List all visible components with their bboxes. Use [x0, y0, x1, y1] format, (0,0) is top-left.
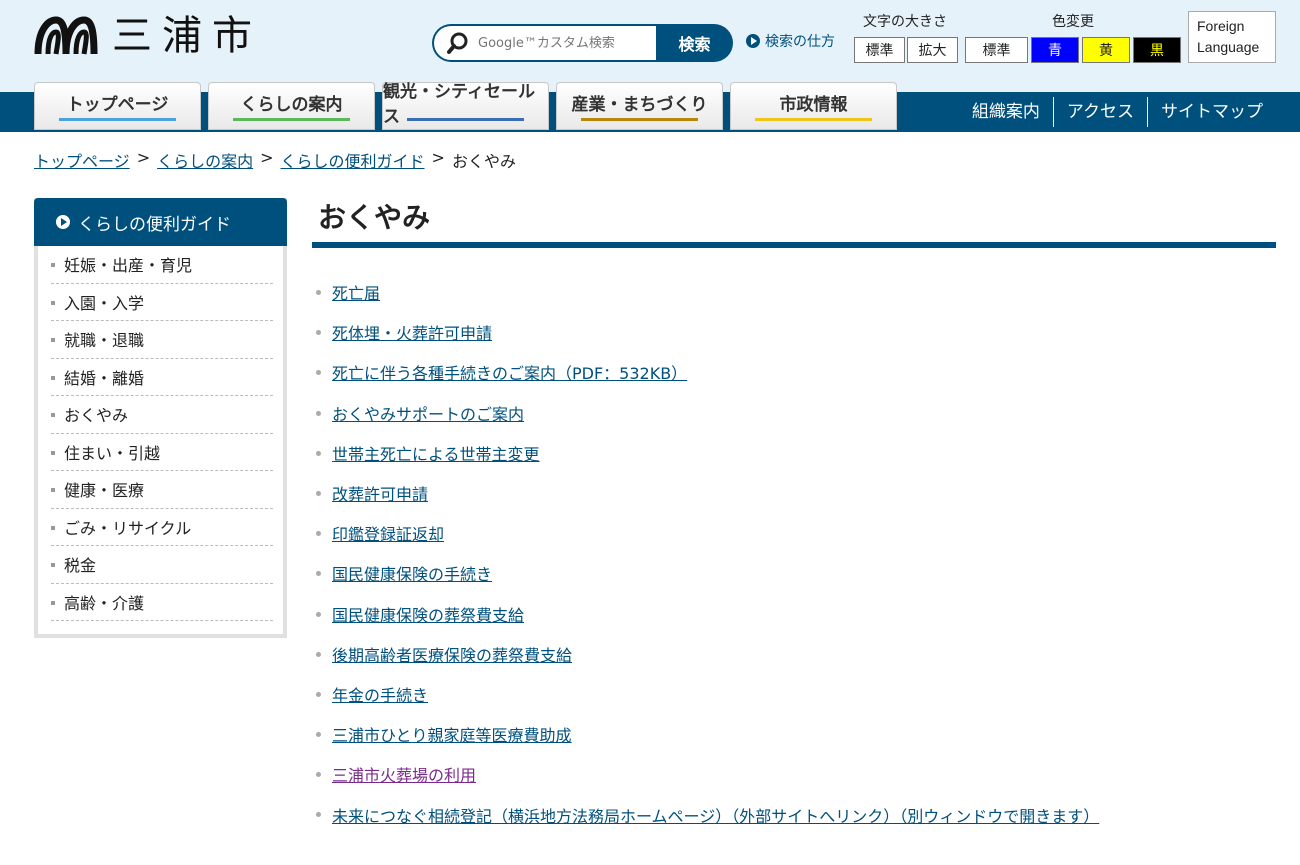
link-burial-permit[interactable]: 死体埋・火葬許可申請 — [332, 320, 492, 344]
breadcrumb: トップページ > くらしの案内 > くらしの便利ガイド > おくやみ — [34, 148, 516, 172]
link-crematorium[interactable]: 三浦市火葬場の利用 — [332, 762, 476, 786]
foreign-language-button[interactable]: Foreign Language — [1188, 11, 1276, 63]
sidebar-item-pregnancy[interactable]: 妊娠・出産・育児 — [51, 246, 273, 284]
link-procedures-pdf[interactable]: 死亡に伴う各種手続きのご案内（PDF：532KB） — [332, 360, 687, 384]
site-name: 三浦市 — [112, 13, 262, 59]
access-link[interactable]: アクセス — [1052, 97, 1147, 127]
list-item: 年金の手続き — [316, 674, 1099, 714]
breadcrumb-current: おくやみ — [451, 152, 516, 171]
sidebar-item-housing[interactable]: 住まい・引越 — [51, 434, 273, 471]
circle-arrow-icon — [746, 34, 760, 48]
color-yellow-button[interactable]: 黄 — [1082, 37, 1130, 63]
sidebar: くらしの便利ガイド 妊娠・出産・育児 入園・入学 就職・退職 結婚・離婚 おくや… — [34, 198, 287, 638]
link-inheritance-registration[interactable]: 未来につなぐ相続登記（横浜地方法務局ホームページ）（外部サイトへリンク）（別ウィ… — [332, 803, 1099, 827]
nav-tab-underline — [581, 118, 698, 121]
global-nav: トップページ くらしの案内 観光・シティセールス 産業・まちづくり 市政情報 組… — [0, 82, 1300, 132]
font-size-label: 文字の大きさ — [863, 14, 947, 30]
sidebar-item-tax[interactable]: 税金 — [51, 546, 273, 584]
list-item: 世帯主死亡による世帯主変更 — [316, 433, 1099, 473]
sidebar-item-elderly-care[interactable]: 高齢・介護 — [51, 584, 273, 621]
link-single-parent-medical[interactable]: 三浦市ひとり親家庭等医療費助成 — [332, 722, 572, 746]
sidebar-title[interactable]: くらしの便利ガイド — [34, 198, 287, 246]
list-item: 死亡届 — [316, 272, 1099, 312]
sidebar-title-label: くらしの便利ガイド — [78, 214, 231, 235]
nav-tab-municipal[interactable]: 市政情報 — [730, 82, 897, 130]
page-title: おくやみ — [318, 201, 431, 234]
list-item: 後期高齢者医療保険の葬祭費支給 — [316, 634, 1099, 674]
sidebar-item-health[interactable]: 健康・医療 — [51, 471, 273, 509]
nav-tab-underline — [233, 118, 350, 121]
nav-tab-label: くらしの案内 — [240, 94, 343, 115]
sidebar-item-marriage[interactable]: 結婚・離婚 — [51, 359, 273, 396]
search-form: 検索 — [432, 24, 733, 62]
sidebar-list: 妊娠・出産・育児 入園・入学 就職・退職 結婚・離婚 おくやみ 住まい・引越 健… — [51, 246, 273, 621]
foreign-language-line1: Foreign — [1197, 18, 1245, 34]
search-input[interactable] — [478, 35, 648, 51]
nav-tab-underline — [407, 118, 524, 121]
link-condolence-support[interactable]: おくやみサポートのご案内 — [332, 401, 524, 425]
link-reburial-permit[interactable]: 改葬許可申請 — [332, 481, 428, 505]
link-death-notification[interactable]: 死亡届 — [332, 280, 380, 304]
sitemap-link[interactable]: サイトマップ — [1147, 97, 1276, 127]
list-item: 国民健康保険の手続き — [316, 553, 1099, 593]
list-item: おくやみサポートのご案内 — [316, 393, 1099, 433]
nav-tab-underline — [755, 118, 872, 121]
nav-tab-label: 産業・まちづくり — [571, 94, 708, 115]
link-list: 死亡届 死体埋・火葬許可申請 死亡に伴う各種手続きのご案内（PDF：532KB）… — [316, 272, 1099, 835]
search-button[interactable]: 検索 — [656, 24, 733, 62]
nav-tab-label: トップページ — [66, 94, 169, 115]
search-icon — [447, 32, 468, 54]
list-item: 印鑑登録証返却 — [316, 513, 1099, 553]
list-item: 死体埋・火葬許可申請 — [316, 312, 1099, 352]
breadcrumb-separator: > — [431, 148, 445, 167]
foreign-language-line2: Language — [1197, 39, 1260, 55]
breadcrumb-separator: > — [136, 148, 151, 167]
link-seal-card-return[interactable]: 印鑑登録証返却 — [332, 521, 444, 545]
nav-tab-label: 市政情報 — [779, 94, 848, 115]
color-standard-button[interactable]: 標準 — [965, 37, 1028, 63]
link-pension-procedures[interactable]: 年金の手続き — [332, 682, 428, 706]
font-size-standard-button[interactable]: 標準 — [854, 37, 905, 63]
breadcrumb-separator: > — [260, 148, 274, 167]
color-blue-button[interactable]: 青 — [1031, 37, 1079, 63]
breadcrumb-link-top[interactable]: トップページ — [34, 148, 130, 172]
list-item: 国民健康保険の葬祭費支給 — [316, 594, 1099, 634]
breadcrumb-link-guide[interactable]: くらしの便利ガイド — [281, 148, 425, 172]
city-emblem-icon — [34, 16, 98, 55]
sidebar-item-recycling[interactable]: ごみ・リサイクル — [51, 509, 273, 546]
font-size-large-button[interactable]: 拡大 — [907, 37, 958, 63]
sidebar-item-condolence[interactable]: おくやみ — [51, 396, 273, 434]
color-change-label: 色変更 — [1052, 14, 1094, 30]
link-nhi-funeral-benefit[interactable]: 国民健康保険の葬祭費支給 — [332, 602, 524, 626]
circle-arrow-icon — [56, 215, 70, 229]
link-householder-change[interactable]: 世帯主死亡による世帯主変更 — [332, 441, 540, 465]
title-divider — [312, 242, 1276, 248]
link-nhi-procedures[interactable]: 国民健康保険の手続き — [332, 561, 492, 585]
sidebar-item-employment[interactable]: 就職・退職 — [51, 321, 273, 359]
site-logo[interactable]: 三浦市 — [34, 12, 262, 60]
list-item: 死亡に伴う各種手続きのご案内（PDF：532KB） — [316, 352, 1099, 392]
nav-tab-living[interactable]: くらしの案内 — [208, 82, 375, 130]
nav-tab-tourism[interactable]: 観光・シティセールス — [382, 82, 549, 130]
organization-link[interactable]: 組織案内 — [959, 97, 1053, 127]
search-howto-link[interactable]: 検索の仕方 — [746, 31, 835, 51]
nav-tab-underline — [59, 118, 176, 121]
breadcrumb-link-living[interactable]: くらしの案内 — [157, 148, 253, 172]
nav-tab-top[interactable]: トップページ — [34, 82, 201, 130]
color-black-button[interactable]: 黒 — [1133, 37, 1181, 63]
search-box[interactable] — [432, 24, 656, 62]
search-howto-label: 検索の仕方 — [765, 34, 835, 50]
nav-tab-industry[interactable]: 産業・まちづくり — [556, 82, 723, 130]
utility-links: 組織案内 アクセス サイトマップ — [959, 92, 1276, 132]
list-item: 未来につなぐ相続登記（横浜地方法務局ホームページ）（外部サイトへリンク）（別ウィ… — [316, 794, 1099, 834]
sidebar-item-school[interactable]: 入園・入学 — [51, 284, 273, 321]
site-header: 三浦市 検索 検索の仕方 文字の大きさ 標準 拡大 色変更 標準 青 黄 黒 F… — [0, 0, 1300, 86]
link-elderly-funeral-benefit[interactable]: 後期高齢者医療保険の葬祭費支給 — [332, 642, 572, 666]
list-item: 改葬許可申請 — [316, 473, 1099, 513]
list-item: 三浦市火葬場の利用 — [316, 754, 1099, 794]
list-item: 三浦市ひとり親家庭等医療費助成 — [316, 714, 1099, 754]
